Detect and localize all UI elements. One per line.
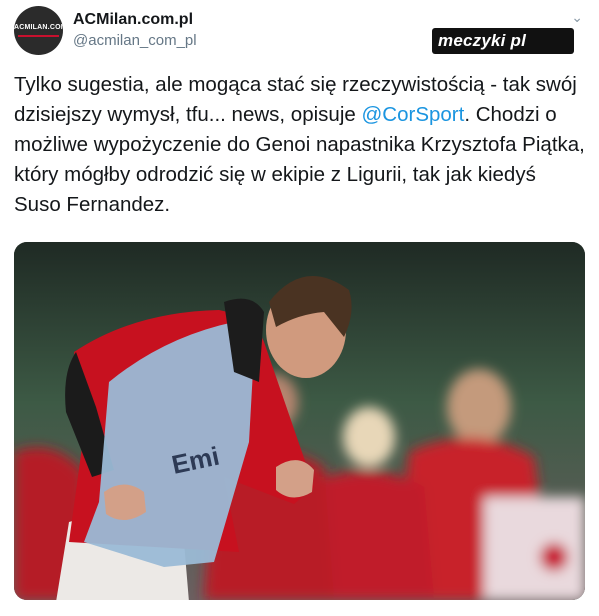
chevron-down-icon[interactable]: ⌄ (571, 9, 583, 26)
photo-image: Emi (14, 242, 585, 600)
tweet-text: Tylko sugestia, ale mogąca stać się rzec… (14, 70, 586, 220)
avatar-stripe (18, 35, 59, 37)
tweet-photo[interactable]: Emi (14, 242, 585, 600)
avatar-logo-text: ACMILAN.COM.PL (14, 24, 63, 31)
account-name[interactable]: ACMilan.com.pl (73, 11, 193, 29)
tweet-header: ACMILAN.COM.PL ACMilan.com.pl @acmilan_c… (14, 6, 589, 56)
meczyki-watermark-logo: meczyki pl (432, 28, 574, 54)
account-avatar[interactable]: ACMILAN.COM.PL (14, 6, 63, 55)
account-handle[interactable]: @acmilan_com_pl (73, 32, 197, 49)
mention-link[interactable]: @CorSport (361, 103, 464, 126)
watermark-text: meczyki pl (438, 31, 526, 50)
